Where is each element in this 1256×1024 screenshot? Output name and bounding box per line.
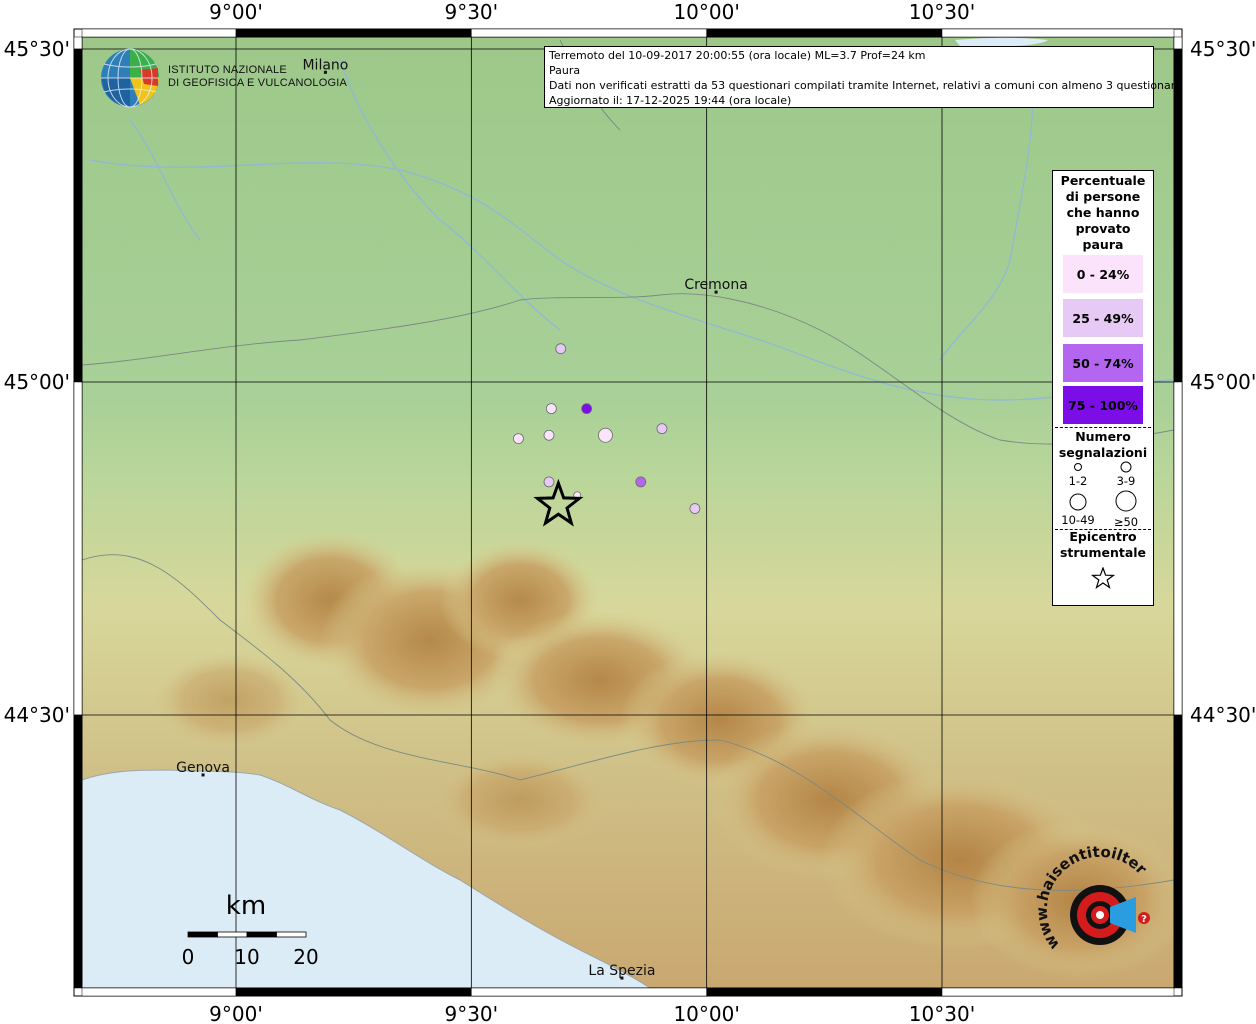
scale-segment	[217, 931, 248, 938]
legend-title-line: paura	[1082, 237, 1124, 252]
event-title: Terremoto del 10-09-2017 20:00:55 (ora l…	[549, 49, 926, 62]
data-note: Dati non verificati estratti da 53 quest…	[549, 79, 1182, 92]
scale-title: km	[226, 891, 266, 921]
report-marker[interactable]	[581, 403, 593, 415]
legend-title: Percentuale di persone che hanno provato…	[1053, 173, 1153, 253]
frame-bar-left	[73, 714, 83, 989]
frame-bar-left	[73, 48, 83, 383]
scale-segment	[276, 931, 307, 938]
lon-tick-label-bottom: 9°30'	[444, 1002, 498, 1024]
scale-segment	[187, 931, 218, 938]
frame-bar-top	[81, 28, 237, 38]
lon-tick-label-bottom: 10°30'	[909, 1002, 975, 1024]
lon-tick-label-top: 10°30'	[909, 0, 975, 24]
size-label-2: 10-49	[1061, 513, 1095, 527]
star-icon	[1091, 567, 1115, 589]
legend-class-1: 25 - 49%	[1063, 299, 1143, 337]
event-info-box: Terremoto del 10-09-2017 20:00:55 (ora l…	[544, 46, 1182, 108]
legend-title-line: di persone	[1065, 189, 1141, 204]
report-marker[interactable]	[545, 403, 557, 415]
city-label: Genova	[176, 760, 230, 776]
institute-line1: ISTITUTO NAZIONALE	[168, 64, 287, 76]
legend-epi-title-line: strumentale	[1059, 545, 1147, 560]
legend-panel: Percentuale di persone che hanno provato…	[1052, 170, 1154, 606]
legend-size-title-line: Numero	[1075, 429, 1131, 444]
report-marker[interactable]	[543, 429, 555, 441]
legend-title-line: che hanno	[1066, 205, 1140, 220]
size-symbol-3	[1069, 493, 1087, 511]
frame-bar-left	[73, 36, 83, 50]
lat-tick-label-left: 44°30'	[4, 703, 70, 727]
legend-class-0: 0 - 24%	[1063, 255, 1143, 293]
globe-icon	[101, 48, 159, 108]
map-subject: Paura	[549, 64, 581, 77]
frame-bar-bottom	[941, 987, 1175, 997]
scale-tick-label: 10	[234, 945, 259, 969]
scale-tick-label: 20	[293, 945, 318, 969]
report-marker[interactable]	[555, 343, 567, 355]
terrain-map[interactable]: MilanoCremonaGenovaLa Spezia	[82, 37, 1190, 988]
lon-tick-label-bottom: 9°00'	[209, 1002, 263, 1024]
legend-class-2: 50 - 74%	[1063, 344, 1143, 382]
lat-tick-label-right: 45°30'	[1190, 37, 1256, 61]
frame-bar-bottom	[471, 987, 707, 997]
svg-text:?: ?	[1141, 914, 1147, 925]
frame-bar-right	[1173, 36, 1183, 50]
ingv-logo: ISTITUTO NAZIONALE DI GEOFISICA E VULCAN…	[100, 48, 347, 108]
size-symbol-2	[1120, 461, 1132, 473]
legend-class-3: 75 - 100%	[1063, 386, 1143, 424]
frame-bar-top	[235, 28, 472, 38]
lon-tick-label-top: 10°00'	[673, 0, 739, 24]
report-marker[interactable]	[656, 423, 668, 435]
legend-epi-title: Epicentro strumentale	[1053, 529, 1153, 561]
lat-tick-label-left: 45°00'	[4, 370, 70, 394]
frame-bar-top	[941, 28, 1175, 38]
size-label-1: 3-9	[1116, 474, 1136, 488]
frame-bar-top	[471, 28, 707, 38]
size-label-0: 1-2	[1068, 474, 1088, 488]
city-label: Cremona	[684, 277, 748, 293]
size-label-3: ≥50	[1113, 515, 1139, 529]
lat-tick-label-right: 45°00'	[1190, 370, 1256, 394]
frame-bar-bottom	[235, 987, 472, 997]
size-symbol-1	[1074, 463, 1082, 471]
lon-tick-label-top: 9°30'	[444, 0, 498, 24]
legend-divider	[1055, 427, 1151, 428]
scale-tick-label: 0	[182, 945, 195, 969]
scale-segment	[246, 931, 277, 938]
lat-tick-label-left: 45°30'	[4, 37, 70, 61]
report-marker[interactable]	[513, 433, 524, 445]
updated-at: Aggiornato il: 17-12-2025 19:44 (ora loc…	[549, 94, 792, 107]
legend-title-line: provato	[1075, 221, 1131, 236]
frame-bar-right	[1173, 714, 1183, 989]
report-marker[interactable]	[689, 503, 701, 514]
report-marker[interactable]	[635, 476, 647, 488]
report-marker[interactable]	[598, 427, 613, 443]
lon-tick-label-top: 9°00'	[209, 0, 263, 24]
legend-title-line: Percentuale	[1060, 173, 1146, 188]
legend-epi-title-line: Epicentro	[1069, 529, 1137, 544]
size-symbol-4	[1115, 490, 1137, 512]
frame-bar-bottom	[81, 987, 237, 997]
frame-bar-top	[706, 28, 943, 38]
city-label: La Spezia	[588, 963, 655, 979]
lat-tick-label-right: 44°30'	[1190, 703, 1256, 727]
frame-bar-bottom	[706, 987, 943, 997]
report-marker[interactable]	[543, 476, 555, 488]
institute-line2: DI GEOFISICA E VULCANOLOGIA	[168, 77, 347, 89]
frame-bar-right	[1173, 48, 1183, 383]
frame-bar-left	[73, 381, 83, 716]
lon-tick-label-bottom: 10°00'	[673, 1002, 739, 1024]
frame-bar-right	[1173, 381, 1183, 716]
